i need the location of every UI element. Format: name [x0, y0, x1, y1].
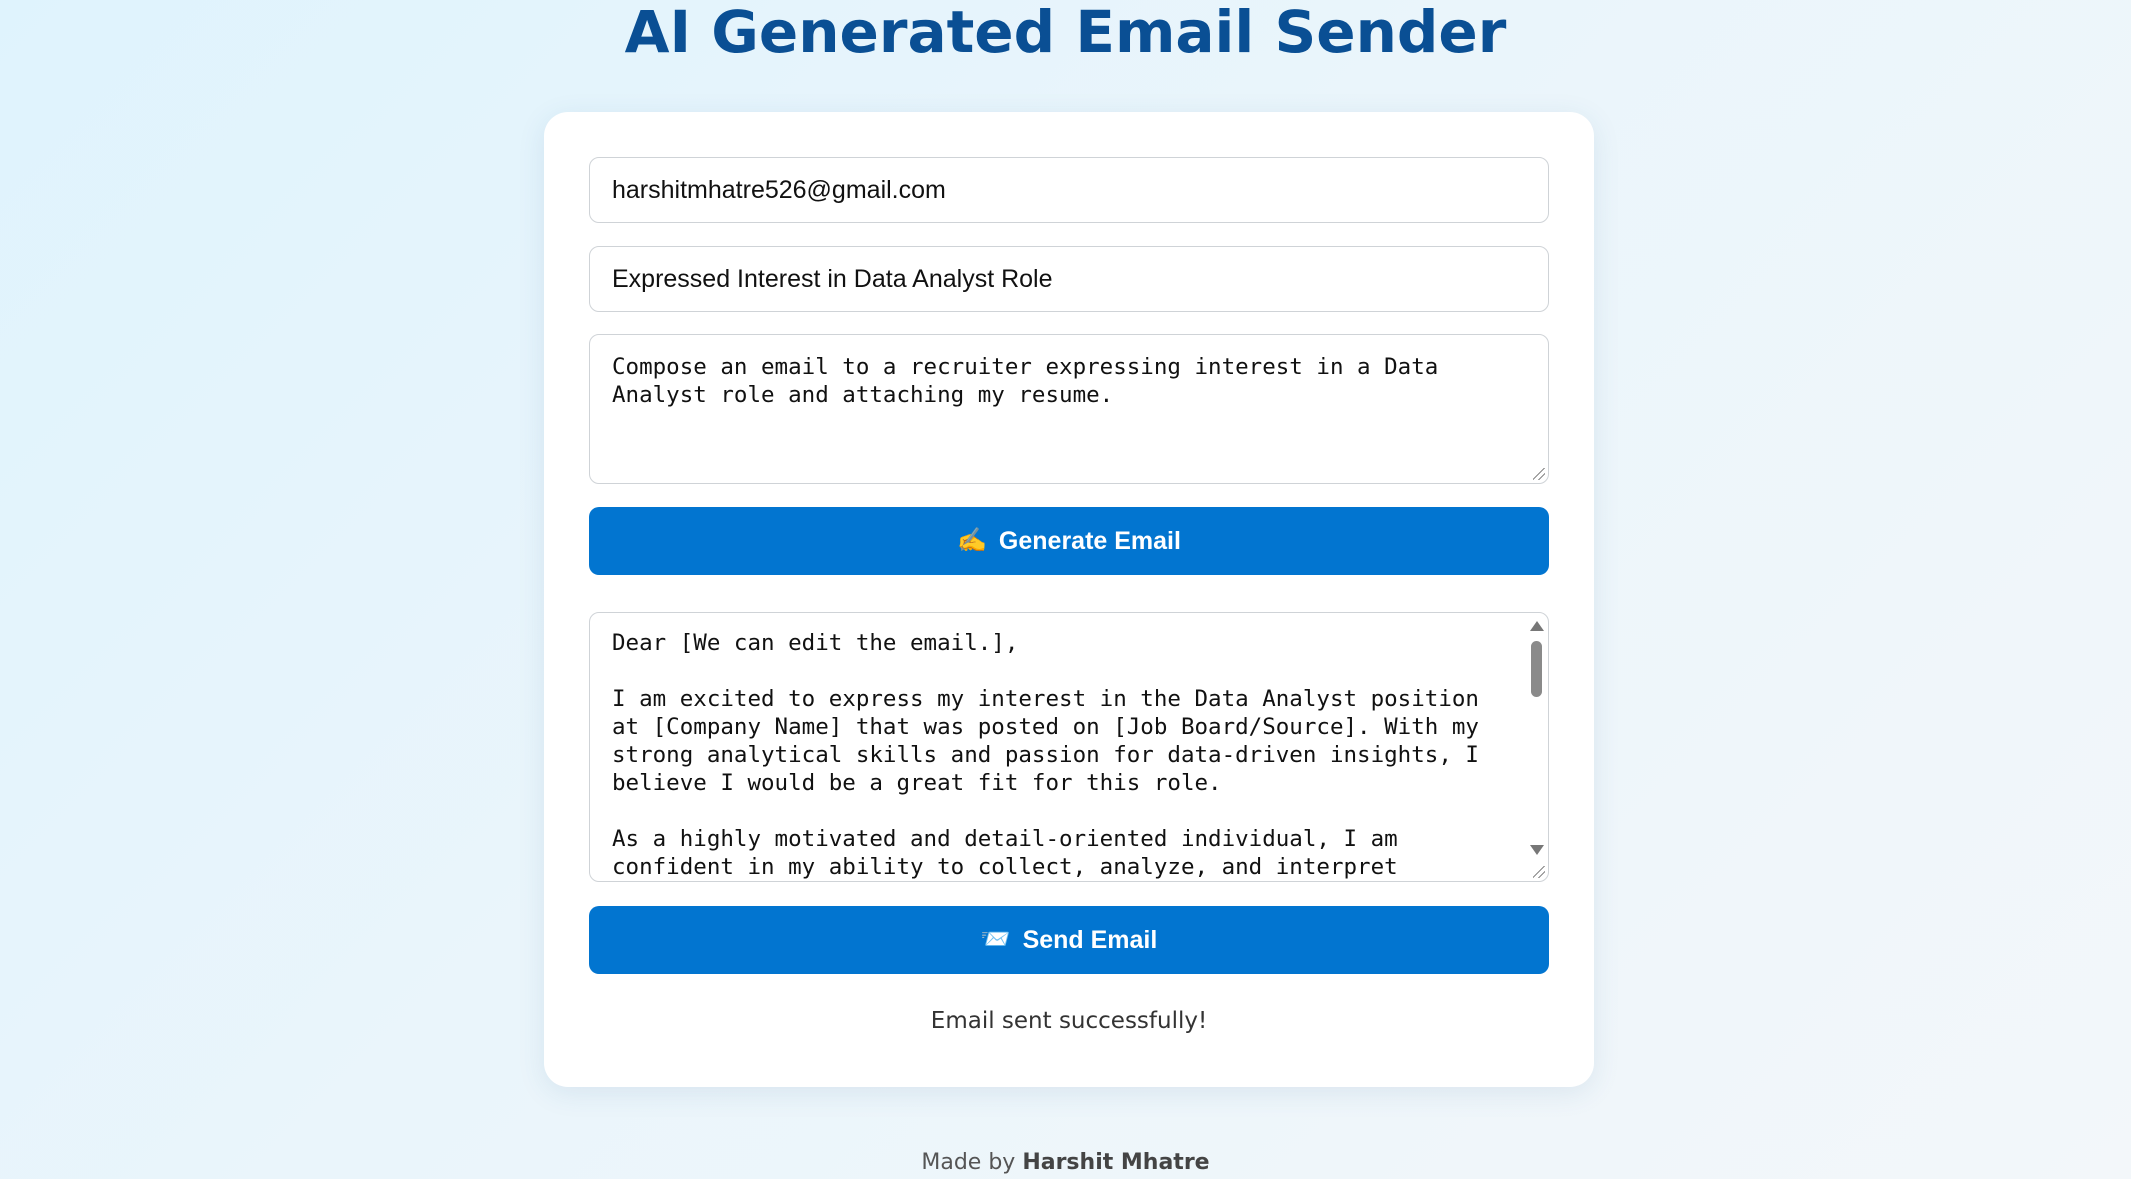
generate-email-label: Generate Email [998, 526, 1181, 555]
generated-email-text: Dear [We can edit the email.], I am exci… [612, 630, 1479, 883]
scroll-down-arrow-icon[interactable] [1530, 845, 1544, 855]
footer-author: Harshit Mhatre [1022, 1150, 1210, 1175]
footer: Made by Harshit Mhatre [0, 1150, 2131, 1175]
resize-handle-icon[interactable] [1533, 468, 1545, 480]
generated-email-textarea[interactable]: Dear [We can edit the email.], I am exci… [589, 612, 1549, 883]
scroll-thumb[interactable] [1531, 641, 1542, 697]
subject-input[interactable]: Expressed Interest in Data Analyst Role [589, 246, 1549, 312]
writing-hand-icon: ✍️ [957, 527, 987, 554]
page-title: AI Generated Email Sender [624, 0, 1507, 66]
scroll-up-arrow-icon[interactable] [1530, 621, 1544, 631]
prompt-textarea[interactable]: Compose an email to a recruiter expressi… [589, 334, 1549, 484]
send-email-icon: 📨 [980, 926, 1011, 953]
recipient-email-input[interactable]: harshitmhatre526@gmail.com [589, 157, 1549, 223]
send-email-label: Send Email [1022, 925, 1158, 954]
status-message: Email sent successfully! [930, 1008, 1208, 1034]
generate-email-button[interactable]: ✍️ Generate Email [589, 507, 1549, 575]
email-scrollbar[interactable] [1526, 615, 1546, 863]
send-email-button[interactable]: 📨 Send Email [589, 906, 1549, 974]
footer-prefix: Made by [921, 1150, 1016, 1175]
prompt-text: Compose an email to a recruiter expressi… [612, 354, 1452, 408]
resize-handle-icon[interactable] [1533, 866, 1545, 878]
email-form-card: harshitmhatre526@gmail.com Expressed Int… [544, 112, 1594, 1087]
